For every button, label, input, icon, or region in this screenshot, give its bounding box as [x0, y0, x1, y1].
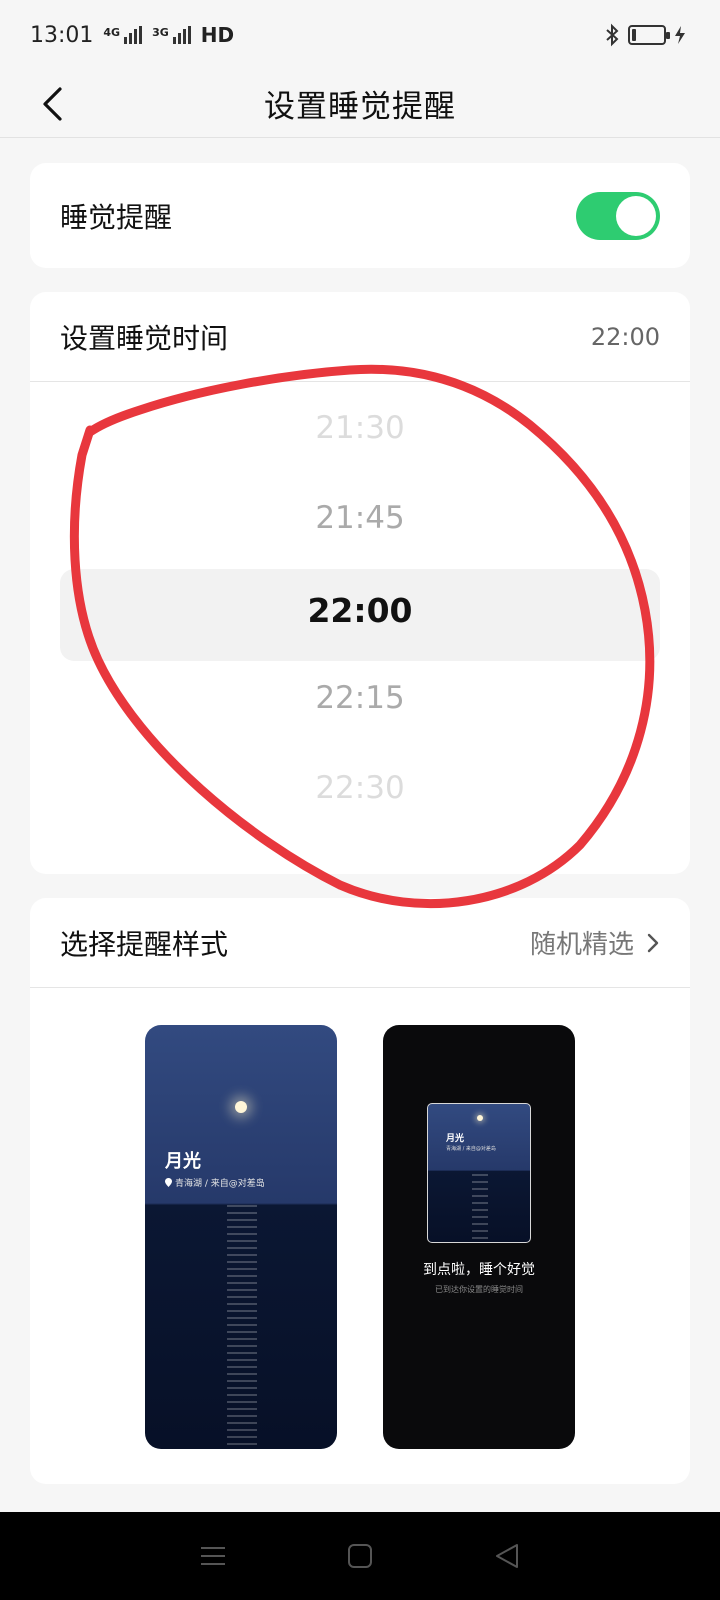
back-icon	[495, 1544, 518, 1568]
sleep-time-row: 设置睡觉时间 22:00	[30, 292, 690, 382]
preview-inner-title: 月光	[446, 1134, 465, 1144]
app-bar: 设置睡觉提醒	[0, 70, 720, 138]
status-bar: 13:01 4G 3G HD	[0, 0, 720, 70]
sleep-time-value: 22:00	[590, 322, 660, 351]
reminder-style-row[interactable]: 选择提醒样式 随机精选	[30, 898, 690, 988]
reminder-style-value: 随机精选	[529, 930, 634, 960]
moon-image	[477, 1115, 483, 1121]
back-nav-button[interactable]	[477, 1526, 537, 1586]
moon-image	[235, 1101, 247, 1113]
preview-subtitle: 青海湖 / 来自@对差岛	[175, 1179, 265, 1189]
sleep-reminder-card: 睡觉提醒	[30, 163, 690, 268]
preview-inner-card: 月光 青海湖 / 来自@对差岛	[427, 1103, 531, 1243]
preview-title: 月光	[165, 1151, 201, 1172]
menu-icon	[201, 1547, 226, 1565]
page-title: 设置睡觉提醒	[264, 89, 456, 125]
reminder-style-selector[interactable]: 随机精选	[530, 924, 660, 961]
moon-reflection	[227, 1205, 257, 1445]
style-preview-moonlight[interactable]: 月光 青海湖 / 来自@对差岛	[145, 1025, 337, 1449]
home-button[interactable]	[330, 1526, 390, 1586]
system-nav-bar	[0, 1512, 720, 1600]
style-preview-dark[interactable]: 月光 青海湖 / 来自@对差岛 到点啦，睡个好觉 已到达你设置的睡觉时间	[383, 1025, 575, 1449]
location-pin-icon	[165, 1178, 172, 1187]
sleep-reminder-label: 睡觉提醒	[60, 200, 173, 234]
battery-level	[632, 29, 636, 41]
reminder-style-card: 选择提醒样式 随机精选 月光 青海湖 / 来自@对差岛 月光 青海湖 / 来自@…	[30, 898, 690, 1484]
home-icon	[347, 1544, 372, 1568]
preview-sub-message: 已到达你设置的睡觉时间	[435, 1285, 523, 1294]
reminder-style-label: 选择提醒样式	[60, 927, 229, 961]
back-button[interactable]	[28, 80, 76, 128]
picker-option[interactable]: 22:30	[30, 770, 690, 806]
style-previews: 月光 青海湖 / 来自@对差岛 月光 青海湖 / 来自@对差岛 到点啦，睡个好觉…	[30, 1025, 690, 1449]
time-picker[interactable]: 21:30 21:45 22:00 22:15 22:30	[30, 382, 690, 872]
signal-icon: 3G	[152, 26, 191, 44]
preview-message: 到点啦，睡个好觉	[423, 1262, 535, 1278]
signal-icon: 4G	[103, 26, 143, 44]
network-type-4g: 4G	[103, 26, 121, 39]
charging-icon	[675, 26, 685, 44]
menu-button[interactable]	[183, 1526, 243, 1586]
clock: 13:01	[30, 22, 94, 48]
preview-location: 青海湖 / 来自@对差岛	[165, 1176, 265, 1189]
picker-option[interactable]: 21:30	[30, 410, 690, 446]
toggle-knob	[616, 195, 656, 236]
moon-reflection	[472, 1174, 488, 1242]
battery-icon	[628, 25, 670, 45]
hd-indicator: HD	[200, 23, 235, 47]
sleep-time-label: 设置睡觉时间	[60, 321, 229, 355]
status-left: 13:01 4G 3G HD	[30, 23, 234, 48]
preview-inner-subtitle: 青海湖 / 来自@对差岛	[446, 1146, 496, 1152]
sleep-reminder-toggle[interactable]	[576, 191, 660, 240]
back-arrow-icon	[43, 87, 62, 121]
picker-option[interactable]: 21:45	[30, 500, 690, 536]
picker-option[interactable]: 22:15	[30, 680, 690, 716]
status-right	[604, 23, 686, 47]
network-type-3g: 3G	[152, 26, 169, 39]
sleep-time-card: 设置睡觉时间 22:00 21:30 21:45 22:00 22:15 22:…	[30, 292, 690, 874]
picker-option-selected[interactable]: 22:00	[30, 591, 690, 630]
bluetooth-icon	[606, 23, 619, 47]
chevron-right-icon	[647, 933, 659, 952]
